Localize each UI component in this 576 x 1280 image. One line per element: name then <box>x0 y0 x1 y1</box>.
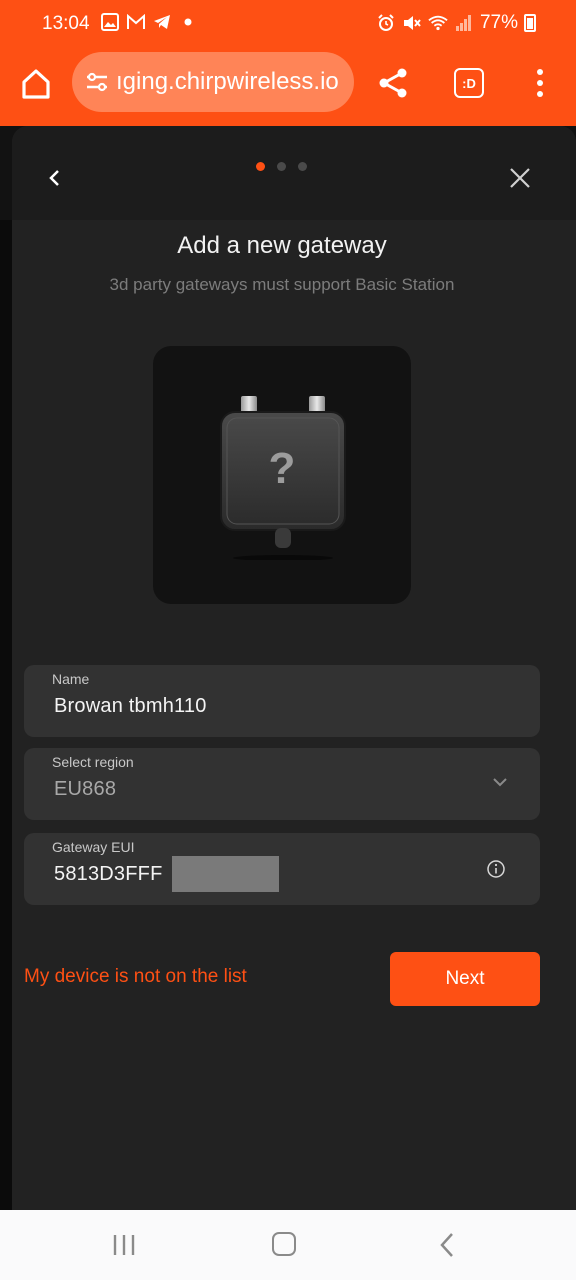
modal-header <box>12 126 576 220</box>
nav-back-button[interactable] <box>438 1232 456 1258</box>
close-button[interactable] <box>508 166 532 190</box>
underlying-page-edge <box>0 220 12 1210</box>
name-input[interactable]: Browan tbmh110 <box>54 695 207 718</box>
address-bar[interactable]: ıging.chirpwireless.io <box>72 52 354 112</box>
notification-icons <box>100 12 198 32</box>
chevron-left-icon <box>49 170 59 186</box>
modal-title: Add a new gateway <box>177 232 387 259</box>
back-button[interactable] <box>44 166 64 190</box>
system-indicators: 77% <box>376 12 536 34</box>
unknown-device-question-mark: ? <box>268 444 296 493</box>
browser-top-bar: 13:04 77% ıging.chirpwireless.io:D <box>0 0 576 126</box>
nav-recent-button[interactable] <box>112 1234 136 1256</box>
share-button[interactable] <box>376 66 410 100</box>
home-icon <box>22 69 50 99</box>
status-bar: 13:04 77% <box>0 10 576 40</box>
more-notifications-dot-icon <box>178 12 198 32</box>
name-field[interactable]: Name Browan tbmh110 <box>24 665 540 737</box>
region-value[interactable]: EU868 <box>54 778 116 801</box>
nav-recent-icon <box>113 1235 135 1255</box>
add-gateway-modal: Add a new gateway 3d party gateways must… <box>12 126 576 1210</box>
gmail-icon <box>126 12 146 32</box>
next-button[interactable]: Next <box>390 952 540 1006</box>
gateway-image-card: ? <box>153 346 411 604</box>
battery-percent: 77% <box>479 12 518 33</box>
tune-icon[interactable] <box>84 69 110 95</box>
status-time: 13:04 <box>42 13 90 34</box>
telegram-icon <box>152 12 172 32</box>
step-indicator <box>256 162 307 171</box>
device-not-on-list-link[interactable]: My device is not on the list <box>24 966 247 988</box>
alarm-icon <box>376 13 396 33</box>
gateway-eui-input[interactable]: 5813D3FFF <box>54 863 163 886</box>
browser-toolbar: ıging.chirpwireless.io :D <box>0 52 576 112</box>
more-vert-icon[interactable] <box>528 66 552 100</box>
battery-icon <box>524 14 536 32</box>
nav-home-icon[interactable] <box>272 1232 296 1256</box>
mute-icon <box>402 13 422 33</box>
step-dot-1 <box>256 162 265 171</box>
share-icon <box>379 68 407 98</box>
close-icon <box>510 168 530 188</box>
gateway-eui-field[interactable]: Gateway EUI 5813D3FFF <box>24 833 540 905</box>
name-label: Name <box>52 671 90 687</box>
gateway-eui-label: Gateway EUI <box>52 839 135 855</box>
step-dot-3 <box>298 162 307 171</box>
modal-subtitle: 3d party gateways must support Basic Sta… <box>109 275 455 294</box>
chevron-down-icon[interactable] <box>492 776 508 788</box>
android-nav-bar <box>0 1210 576 1280</box>
browser-home-button[interactable] <box>16 64 56 104</box>
region-select[interactable]: Select region EU868 <box>24 748 540 820</box>
wifi-icon <box>428 13 448 33</box>
redacted-block <box>172 856 279 892</box>
signal-icon <box>454 13 474 33</box>
region-label: Select region <box>52 754 134 770</box>
info-icon[interactable] <box>486 859 506 879</box>
gallery-icon <box>100 12 120 32</box>
nav-back-icon <box>440 1233 453 1257</box>
url-text: ıging.chirpwireless.io <box>116 68 339 95</box>
tabs-button[interactable]: :D <box>454 68 484 98</box>
step-dot-2 <box>277 162 286 171</box>
